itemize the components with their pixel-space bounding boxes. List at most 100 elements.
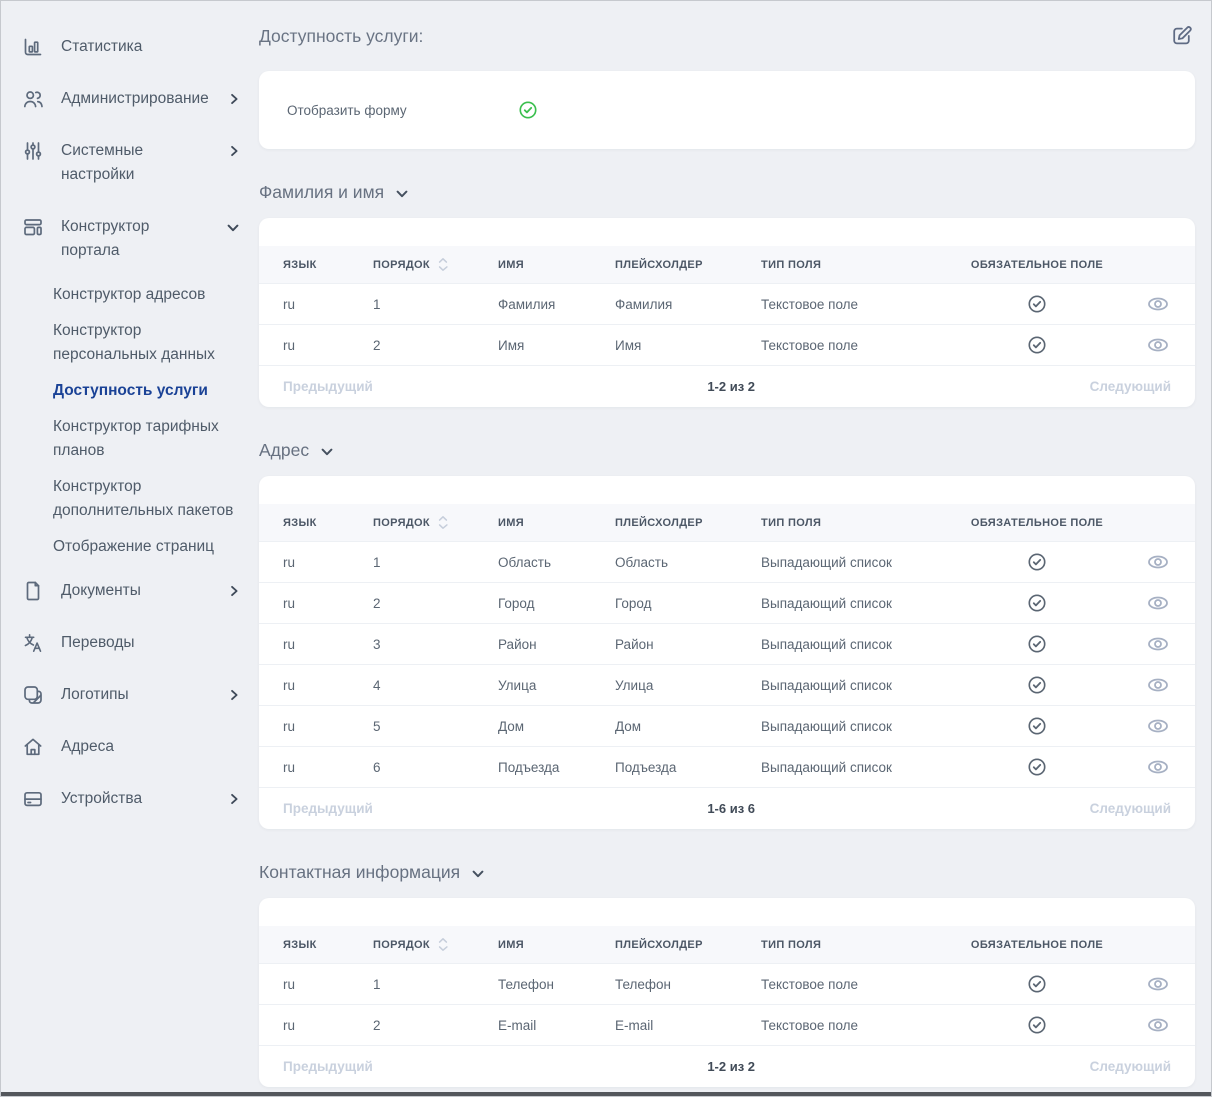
chevron-right-icon	[227, 688, 241, 702]
app-window: Статистика Администрирование Системные нас…	[1, 1, 1211, 1096]
table-row: ru1ТелефонТелефонТекстовое поле	[259, 963, 1195, 1004]
required-check-icon	[951, 293, 1123, 315]
column-header-language: ЯЗЫК	[283, 259, 373, 271]
table-body: ru1ТелефонТелефонТекстовое полеru2E-mail…	[259, 963, 1195, 1045]
eye-icon	[1145, 334, 1171, 356]
sidebar-subitem-additional-packages-constructor[interactable]: Конструктор дополнительных пакетов	[1, 469, 259, 529]
sidebar-item-addresses[interactable]: Адреса	[1, 721, 259, 773]
view-row-button[interactable]	[1145, 551, 1171, 573]
pagination-next-button[interactable]: Следующий	[1090, 1059, 1171, 1074]
sidebar-subitem-address-constructor[interactable]: Конструктор адресов	[1, 277, 259, 313]
required-check-icon	[951, 674, 1123, 696]
table-row: ru3РайонРайонВыпадающий список	[259, 623, 1195, 664]
sidebar-subitem-service-availability[interactable]: Доступность услуги	[1, 373, 259, 409]
table-row: ru2E-mailE-mailТекстовое поле	[259, 1004, 1195, 1045]
chevron-right-icon	[227, 92, 241, 106]
cell-name: Дом	[498, 719, 615, 734]
sort-icon[interactable]	[437, 257, 449, 272]
section-header[interactable]: Контактная информация	[259, 862, 486, 883]
view-row-button[interactable]	[1145, 334, 1171, 356]
column-header-order: ПОРЯДОК	[373, 259, 430, 271]
check-circle-icon	[517, 99, 539, 121]
section-header[interactable]: Фамилия и имя	[259, 182, 410, 203]
required-check-icon	[951, 973, 1123, 995]
cell-type: Выпадающий список	[761, 637, 951, 652]
pagination-range: 1-6 из 6	[373, 801, 1090, 816]
eye-icon	[1145, 756, 1171, 778]
sidebar-item-system-settings[interactable]: Системные настройки	[1, 125, 259, 201]
edit-button[interactable]	[1169, 23, 1195, 49]
column-header-type: ТИП ПОЛЯ	[761, 259, 951, 271]
pagination-previous-button[interactable]: Предыдущий	[283, 801, 373, 816]
table-header-row: ЯЗЫК ПОРЯДОК ИМЯ ПЛЕЙСХОЛДЕР ТИП ПОЛЯ ОБ…	[259, 926, 1195, 963]
section-title: Фамилия и имя	[259, 182, 384, 203]
pagination-next-button[interactable]: Следующий	[1090, 801, 1171, 816]
sidebar-item-translations[interactable]: Переводы	[1, 617, 259, 669]
layout-icon	[21, 215, 45, 239]
pagination-previous-button[interactable]: Предыдущий	[283, 379, 373, 394]
sidebar-item-administration[interactable]: Администрирование	[1, 73, 259, 125]
cell-name: Подъезда	[498, 760, 615, 775]
sidebar-item-logos[interactable]: Логотипы	[1, 669, 259, 721]
chevron-down-icon	[319, 444, 335, 460]
home-icon	[21, 735, 45, 759]
sidebar-subitem-pages-display[interactable]: Отображение страниц	[1, 529, 259, 565]
cell-language: ru	[283, 678, 373, 693]
sidebar-item-documents[interactable]: Документы	[1, 565, 259, 617]
cell-language: ru	[283, 760, 373, 775]
eye-icon	[1145, 1014, 1171, 1036]
sidebar-nav: Статистика Администрирование Системные нас…	[1, 21, 259, 825]
eye-icon	[1145, 633, 1171, 655]
sort-icon[interactable]	[437, 937, 449, 952]
column-header-language: ЯЗЫК	[283, 939, 373, 951]
document-icon	[21, 579, 45, 603]
view-row-button[interactable]	[1145, 633, 1171, 655]
cell-placeholder: Область	[615, 555, 761, 570]
sidebar-item-label: Системные настройки	[61, 139, 211, 187]
table-row: ru2ИмяИмяТекстовое поле	[259, 324, 1195, 365]
chevron-right-icon	[227, 584, 241, 598]
eye-icon	[1145, 973, 1171, 995]
chevron-right-icon	[227, 792, 241, 806]
view-row-button[interactable]	[1145, 674, 1171, 696]
cell-type: Выпадающий список	[761, 760, 951, 775]
cell-name: Имя	[498, 338, 615, 353]
sidebar-item-label: Документы	[61, 579, 211, 603]
page-title: Доступность услуги:	[259, 26, 423, 47]
cell-language: ru	[283, 297, 373, 312]
section-header[interactable]: Адрес	[259, 440, 335, 461]
cell-name: Телефон	[498, 977, 615, 992]
sidebar-item-statistics[interactable]: Статистика	[1, 21, 259, 73]
cell-placeholder: Район	[615, 637, 761, 652]
sidebar-item-devices[interactable]: Устройства	[1, 773, 259, 825]
column-header-required: ОБЯЗАТЕЛЬНОЕ ПОЛЕ	[951, 517, 1123, 529]
view-row-button[interactable]	[1145, 1014, 1171, 1036]
cell-placeholder: E-mail	[615, 1018, 761, 1033]
view-row-button[interactable]	[1145, 293, 1171, 315]
view-row-button[interactable]	[1145, 592, 1171, 614]
pagination-previous-button[interactable]: Предыдущий	[283, 1059, 373, 1074]
cell-type: Выпадающий список	[761, 596, 951, 611]
eye-icon	[1145, 592, 1171, 614]
view-row-button[interactable]	[1145, 715, 1171, 737]
column-header-order: ПОРЯДОК	[373, 517, 430, 529]
pagination-range: 1-2 из 2	[373, 1059, 1090, 1074]
column-header-language: ЯЗЫК	[283, 517, 373, 529]
sidebar-subitem-personal-data-constructor[interactable]: Конструктор персональных данных	[1, 313, 259, 373]
sidebar: Статистика Администрирование Системные нас…	[1, 1, 259, 1096]
sidebar-item-portal-constructor[interactable]: Конструктор портала	[1, 201, 259, 277]
sidebar-item-label: Адреса	[61, 735, 241, 759]
required-check-icon	[951, 633, 1123, 655]
sidebar-subitem-tariff-plans-constructor[interactable]: Конструктор тарифных планов	[1, 409, 259, 469]
table-row: ru1ФамилияФамилияТекстовое поле	[259, 283, 1195, 324]
pagination-next-button[interactable]: Следующий	[1090, 379, 1171, 394]
cell-name: Фамилия	[498, 297, 615, 312]
sidebar-item-label: Статистика	[61, 35, 241, 59]
form-visibility-card: Отобразить форму	[259, 71, 1195, 149]
sort-icon[interactable]	[437, 515, 449, 530]
devices-icon	[21, 787, 45, 811]
table-header-row: ЯЗЫК ПОРЯДОК ИМЯ ПЛЕЙСХОЛДЕР ТИП ПОЛЯ ОБ…	[259, 246, 1195, 283]
view-row-button[interactable]	[1145, 756, 1171, 778]
cell-placeholder: Улица	[615, 678, 761, 693]
view-row-button[interactable]	[1145, 973, 1171, 995]
